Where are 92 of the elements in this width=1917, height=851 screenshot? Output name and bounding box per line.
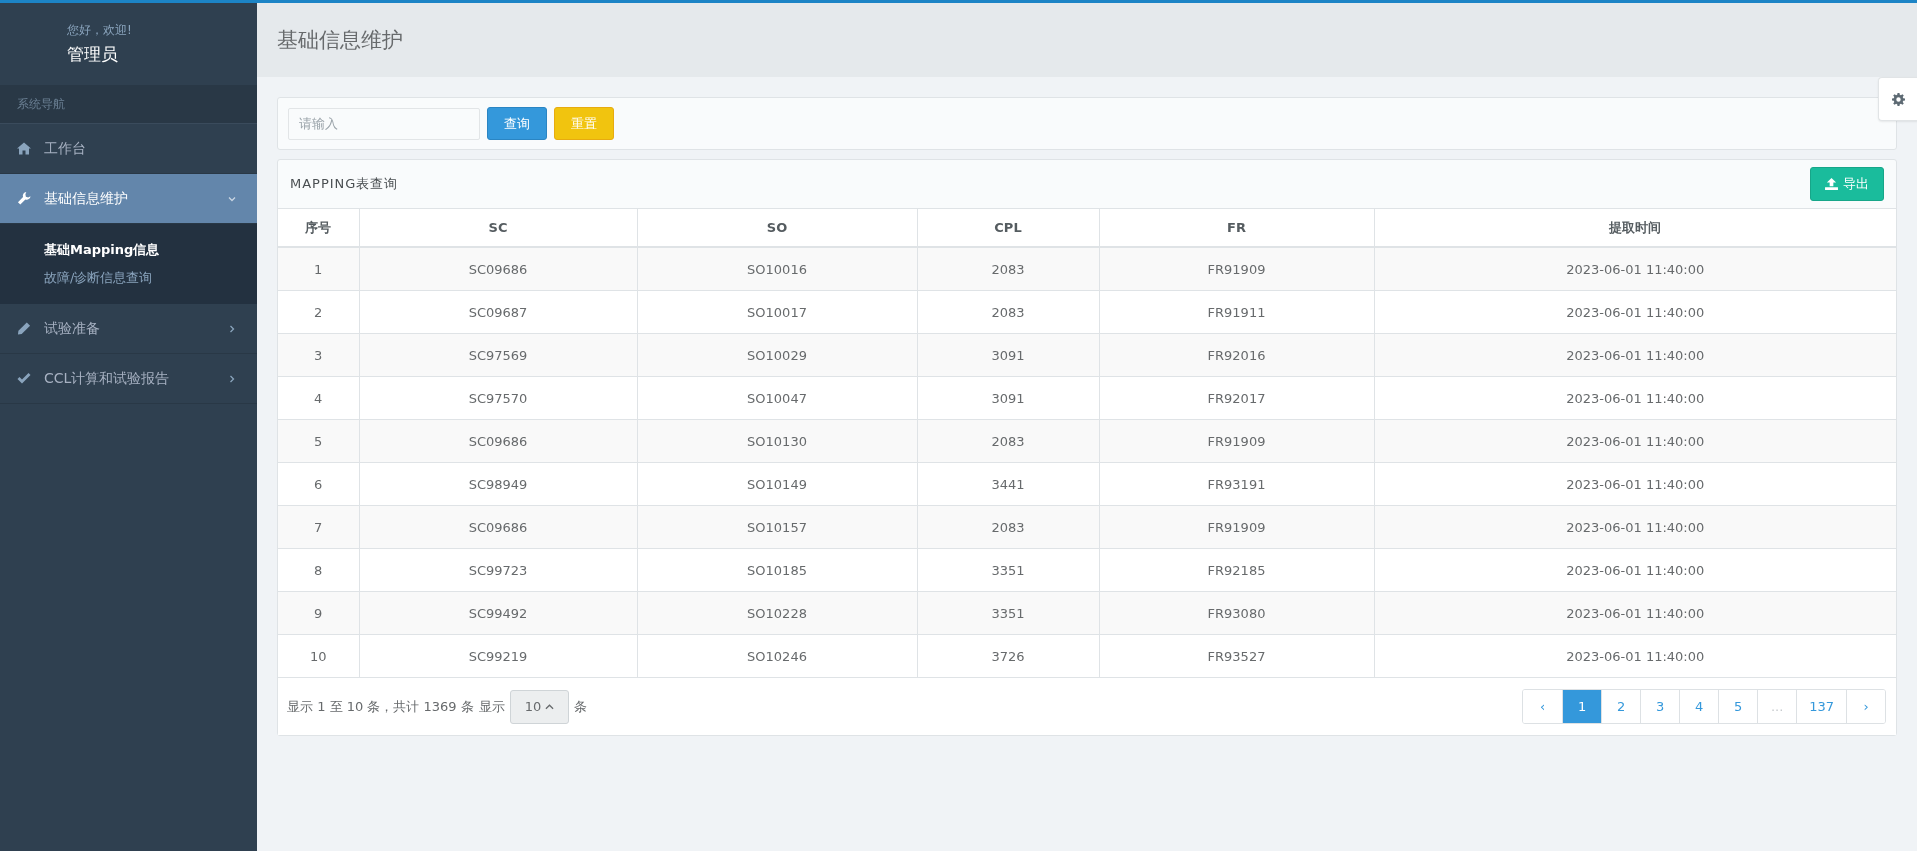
- table-cell: 2083: [917, 290, 1099, 334]
- search-field[interactable]: 请输入: [288, 107, 480, 140]
- table-cell: 2023-06-01 11:40:00: [1374, 548, 1896, 592]
- submenu-item[interactable]: 基础Mapping信息: [0, 236, 257, 264]
- table-cell: 5: [278, 419, 359, 463]
- table-cell: 6: [278, 462, 359, 506]
- search-button[interactable]: 查询: [487, 107, 547, 140]
- table-cell: SO10017: [637, 290, 917, 334]
- table-cell: 3351: [917, 548, 1099, 592]
- table-cell: 2023-06-01 11:40:00: [1374, 290, 1896, 334]
- table-cell: 2083: [917, 419, 1099, 463]
- table-cell: FR92017: [1099, 376, 1374, 420]
- page-size-suffix: 条: [574, 697, 588, 716]
- table-cell: FR92185: [1099, 548, 1374, 592]
- submenu-item[interactable]: 故障/诊断信息查询: [0, 264, 257, 292]
- table-cell: FR91909: [1099, 247, 1374, 291]
- table-cell: SO10228: [637, 591, 917, 635]
- column-header: SC: [359, 209, 637, 247]
- user-name: 管理员: [67, 43, 119, 66]
- table-cell: FR91909: [1099, 505, 1374, 549]
- table-cell: SC99219: [359, 634, 637, 678]
- column-header: CPL: [917, 209, 1099, 247]
- table-cell: SC99723: [359, 548, 637, 592]
- table-cell: SC09686: [359, 247, 637, 291]
- table-cell: 10: [278, 634, 359, 678]
- column-header: 提取时间: [1374, 209, 1896, 247]
- table-cell: 2023-06-01 11:40:00: [1374, 333, 1896, 377]
- page-size-dropdown[interactable]: 10: [509, 689, 570, 724]
- check-icon: [17, 372, 31, 385]
- table-cell: SO10185: [637, 548, 917, 592]
- nav-section-title: 系统导航: [17, 95, 65, 113]
- table-cell: FR93080: [1099, 591, 1374, 635]
- wrench-icon: [17, 192, 31, 205]
- table-cell: SO10047: [637, 376, 917, 420]
- table-cell: 3441: [917, 462, 1099, 506]
- table-cell: SO10130: [637, 419, 917, 463]
- record-summary: 显示 1 至 10 条，共计 1369 条: [287, 697, 474, 716]
- table-cell: 2083: [917, 505, 1099, 549]
- table-cell: 2023-06-01 11:40:00: [1374, 634, 1896, 678]
- column-header: FR: [1099, 209, 1374, 247]
- table-cell: FR91911: [1099, 290, 1374, 334]
- panel-title: MAPPING表查询: [290, 175, 399, 193]
- table-cell: 2023-06-01 11:40:00: [1374, 376, 1896, 420]
- table-cell: SO10149: [637, 462, 917, 506]
- table-cell: 3351: [917, 591, 1099, 635]
- settings-button[interactable]: [1878, 77, 1917, 121]
- table-cell: SC99492: [359, 591, 637, 635]
- greeting-text: 您好，欢迎!: [67, 22, 133, 39]
- table-cell: 2023-06-01 11:40:00: [1374, 247, 1896, 291]
- table-cell: 3091: [917, 333, 1099, 377]
- page-link[interactable]: ›: [1846, 690, 1885, 723]
- table-cell: SC98949: [359, 462, 637, 506]
- table-cell: FR93527: [1099, 634, 1374, 678]
- reset-button[interactable]: 重置: [554, 107, 614, 140]
- table-cell: SC09686: [359, 505, 637, 549]
- table-cell: SO10016: [637, 247, 917, 291]
- table-cell: 2: [278, 290, 359, 334]
- table-cell: 2023-06-01 11:40:00: [1374, 462, 1896, 506]
- page-title: 基础信息维护: [277, 27, 403, 54]
- settings-icon: [1892, 92, 1905, 106]
- page-link[interactable]: 1: [1562, 690, 1602, 723]
- table-cell: 2023-06-01 11:40:00: [1374, 419, 1896, 463]
- table-cell: 3091: [917, 376, 1099, 420]
- table-cell: 9: [278, 591, 359, 635]
- column-header: SO: [637, 209, 917, 247]
- table-cell: 3: [278, 333, 359, 377]
- home-icon: [17, 142, 31, 155]
- table-cell: SC97569: [359, 333, 637, 377]
- table-cell: SO10246: [637, 634, 917, 678]
- table-cell: SO10029: [637, 333, 917, 377]
- table-cell: SO10157: [637, 505, 917, 549]
- table-cell: 8: [278, 548, 359, 592]
- table-cell: 1: [278, 247, 359, 291]
- column-header: 序号: [278, 209, 359, 247]
- table-cell: FR93191: [1099, 462, 1374, 506]
- sidebar-item[interactable]: 基础信息维护: [0, 174, 257, 224]
- table-cell: 7: [278, 505, 359, 549]
- export-button[interactable]: 导出: [1810, 167, 1884, 201]
- pencil-icon: [17, 322, 31, 335]
- table-cell: SC97570: [359, 376, 637, 420]
- table-cell: 2083: [917, 247, 1099, 291]
- upload-icon: [1825, 178, 1838, 190]
- table-cell: 3726: [917, 634, 1099, 678]
- table-cell: SC09687: [359, 290, 637, 334]
- caret-up-icon: [545, 703, 555, 710]
- table-cell: 2023-06-01 11:40:00: [1374, 591, 1896, 635]
- table-cell: FR92016: [1099, 333, 1374, 377]
- table-cell: FR91909: [1099, 419, 1374, 463]
- table-cell: 2023-06-01 11:40:00: [1374, 505, 1896, 549]
- table-cell: 4: [278, 376, 359, 420]
- table-cell: SC09686: [359, 419, 637, 463]
- page-size-label: 显示: [478, 697, 505, 716]
